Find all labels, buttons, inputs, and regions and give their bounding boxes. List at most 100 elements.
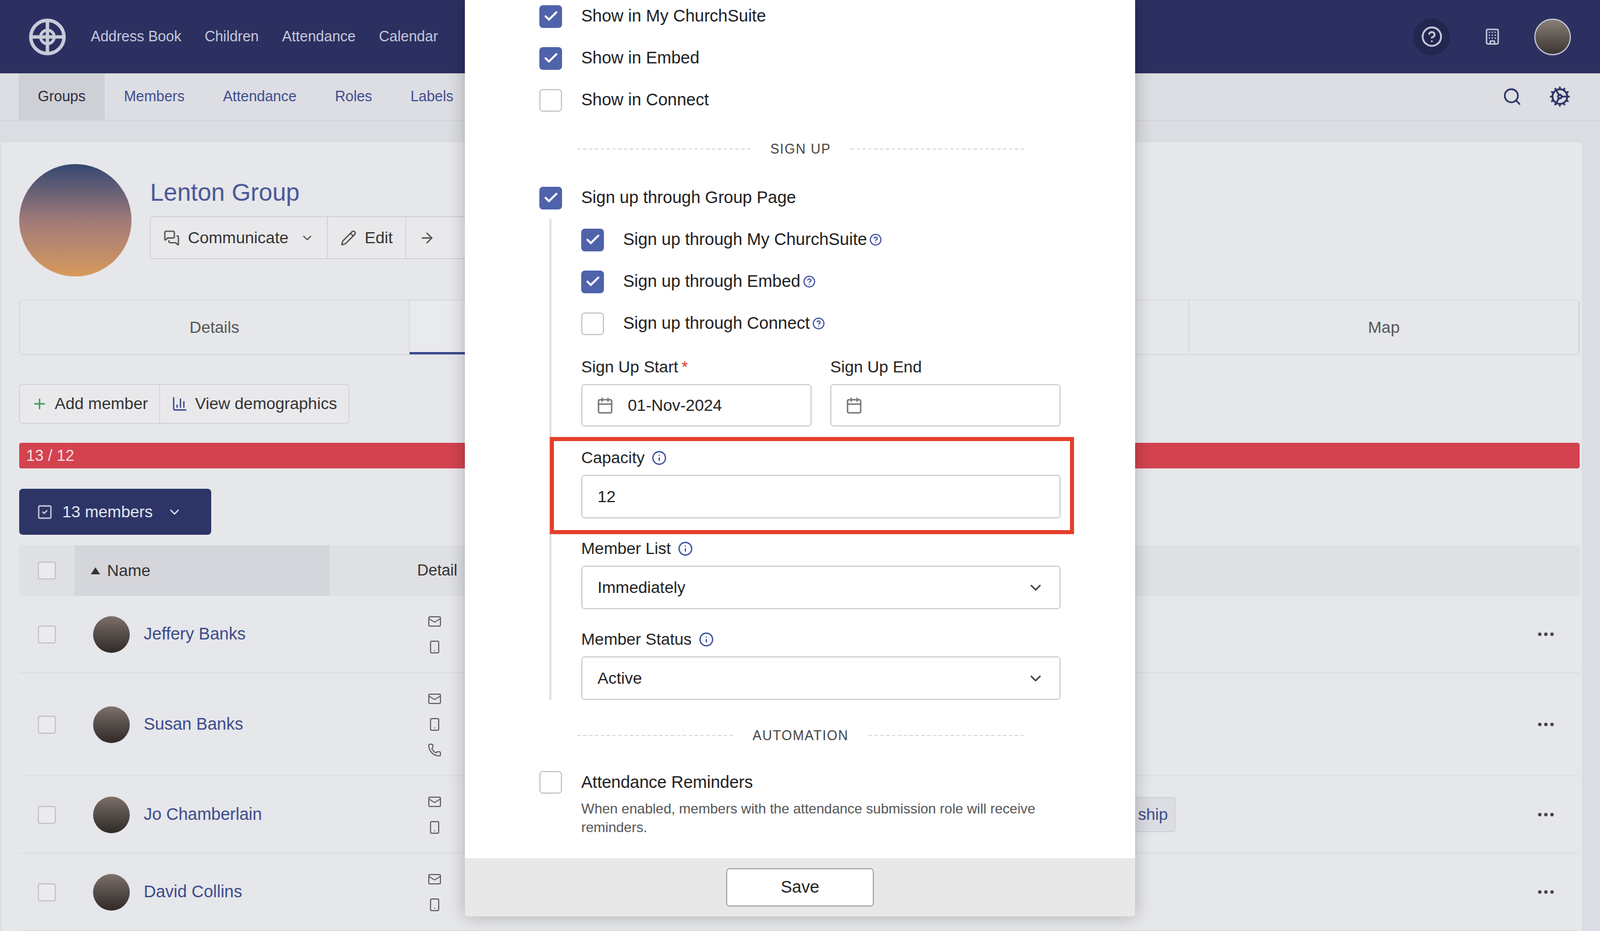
sign-up-channel[interactable]: Sign up through Connect <box>581 302 1136 345</box>
sign-up-channel[interactable]: Sign up through Embed <box>581 260 1136 303</box>
chevron-down-icon <box>300 230 315 245</box>
option-description: When enabled, members with the attendanc… <box>581 799 1041 837</box>
nav-item[interactable]: Calendar <box>378 25 438 48</box>
calendar-icon <box>596 396 614 415</box>
help-button[interactable] <box>1413 18 1450 56</box>
mobile-icon[interactable] <box>427 897 442 912</box>
mobile-icon[interactable] <box>427 717 442 732</box>
select-all-checkbox[interactable] <box>37 561 56 580</box>
checkbox-label: Sign up through Group Page <box>581 185 796 211</box>
reminders-option[interactable]: Attendance RemindersWhen enabled, member… <box>539 770 1136 837</box>
checkbox[interactable] <box>581 228 604 252</box>
select-box[interactable]: Immediately <box>581 565 1061 610</box>
member-name[interactable]: Jo Chamberlain <box>143 801 262 828</box>
member-name[interactable]: Susan Banks <box>143 711 244 738</box>
help-icon[interactable] <box>802 275 816 288</box>
sub-nav-item[interactable]: Roles <box>315 73 392 120</box>
field-label: Capacity <box>581 448 645 468</box>
phone-icon[interactable] <box>427 742 442 757</box>
email-icon[interactable] <box>427 794 442 809</box>
name-column-header[interactable]: Name <box>74 545 330 596</box>
nav-item[interactable]: Attendance <box>282 25 357 48</box>
section-divider: SIGN UP <box>464 121 1136 177</box>
info-icon[interactable] <box>677 541 693 557</box>
building-icon <box>1483 27 1502 46</box>
chevron-down-icon <box>166 504 183 520</box>
date-input[interactable] <box>830 384 1061 427</box>
chart-icon <box>171 395 188 412</box>
info-icon[interactable] <box>651 450 667 466</box>
checkbox[interactable] <box>539 5 563 28</box>
visibility-option[interactable]: Show in Connect <box>539 79 1136 122</box>
edit-group-dialog: Show in My ChurchSuite Show in EmbedShow … <box>464 0 1136 917</box>
selection-button[interactable]: 13 members <box>19 488 212 535</box>
checkbox-label: Show in My ChurchSuite <box>581 3 767 30</box>
more-icon[interactable] <box>1535 713 1557 735</box>
member-action-button[interactable]: Add member <box>19 384 160 424</box>
mobile-icon[interactable] <box>427 640 442 654</box>
check-icon <box>542 50 560 67</box>
sub-nav-item[interactable]: Labels <box>391 73 474 120</box>
checkbox[interactable] <box>581 270 604 294</box>
email-icon[interactable] <box>427 614 442 629</box>
capacity-input[interactable]: 12 <box>581 474 1061 519</box>
group-photo <box>19 164 132 277</box>
member-action-button[interactable]: View demographics <box>160 384 350 424</box>
help-icon[interactable] <box>812 317 826 330</box>
sign-up-option[interactable]: Sign up through Group Page <box>539 176 1136 219</box>
sub-nav-item[interactable]: Groups <box>18 73 105 120</box>
user-avatar[interactable] <box>1534 18 1571 56</box>
group-action-button[interactable]: Edit <box>327 216 407 259</box>
more-icon[interactable] <box>1535 623 1557 645</box>
checkbox[interactable] <box>539 186 563 210</box>
check-icon <box>584 231 602 248</box>
group-title: Lenton Group <box>150 178 500 208</box>
row-checkbox[interactable] <box>37 805 56 824</box>
row-checkbox[interactable] <box>37 625 56 644</box>
checkbox[interactable] <box>539 770 563 794</box>
select-box[interactable]: Active <box>581 656 1061 700</box>
search-icon[interactable] <box>1502 86 1523 107</box>
logo-icon[interactable] <box>29 18 66 56</box>
checkbox[interactable] <box>539 47 563 70</box>
field-label: Sign Up Start <box>581 357 679 377</box>
more-icon[interactable] <box>1535 804 1557 826</box>
sub-nav-item[interactable]: Attendance <box>203 73 316 120</box>
mobile-icon[interactable] <box>427 820 442 835</box>
highlight-box <box>549 436 1075 535</box>
field-label: Member Status <box>581 630 692 649</box>
checkbox-icon <box>36 503 53 521</box>
row-checkbox[interactable] <box>37 715 56 734</box>
checkbox[interactable] <box>539 89 563 112</box>
sign-up-channel[interactable]: Sign up through My ChurchSuite <box>581 218 1136 261</box>
organisation-button[interactable] <box>1473 18 1511 56</box>
sign-up-settings: Sign up through My ChurchSuiteSign up th… <box>549 218 1136 700</box>
capacity-field: Capacity 12 <box>581 448 1061 519</box>
more-icon[interactable] <box>1535 881 1557 903</box>
info-icon[interactable] <box>698 631 714 647</box>
tab[interactable]: Map <box>1189 300 1580 355</box>
date-field: Sign Up Start*01-Nov-2024 <box>581 357 812 427</box>
help-icon[interactable] <box>869 233 883 247</box>
help-icon <box>1420 25 1443 48</box>
settings-icon[interactable] <box>1548 85 1571 108</box>
row-checkbox[interactable] <box>37 883 56 902</box>
email-icon[interactable] <box>427 691 442 706</box>
checkbox[interactable] <box>581 312 604 336</box>
sort-icon <box>90 567 101 575</box>
tab[interactable]: Details <box>19 300 410 355</box>
sub-nav-item[interactable]: Members <box>104 73 204 120</box>
visibility-option[interactable]: Show in Embed <box>539 37 1136 80</box>
member-list-field: Member ListImmediately <box>581 539 1061 610</box>
date-input[interactable]: 01-Nov-2024 <box>581 384 812 427</box>
nav-item[interactable]: Address Book <box>90 25 182 48</box>
member-name[interactable]: David Collins <box>143 879 243 905</box>
save-button[interactable]: Save <box>726 868 874 907</box>
member-name[interactable]: Jeffery Banks <box>143 621 246 647</box>
email-icon[interactable] <box>427 872 442 887</box>
member-avatar <box>93 706 130 743</box>
group-action-button[interactable]: Communicate <box>150 216 328 259</box>
visibility-option[interactable]: Show in My ChurchSuite <box>539 0 1136 38</box>
nav-item[interactable]: Children <box>204 25 259 48</box>
dialog-body: Show in My ChurchSuite Show in EmbedShow … <box>464 0 1136 859</box>
